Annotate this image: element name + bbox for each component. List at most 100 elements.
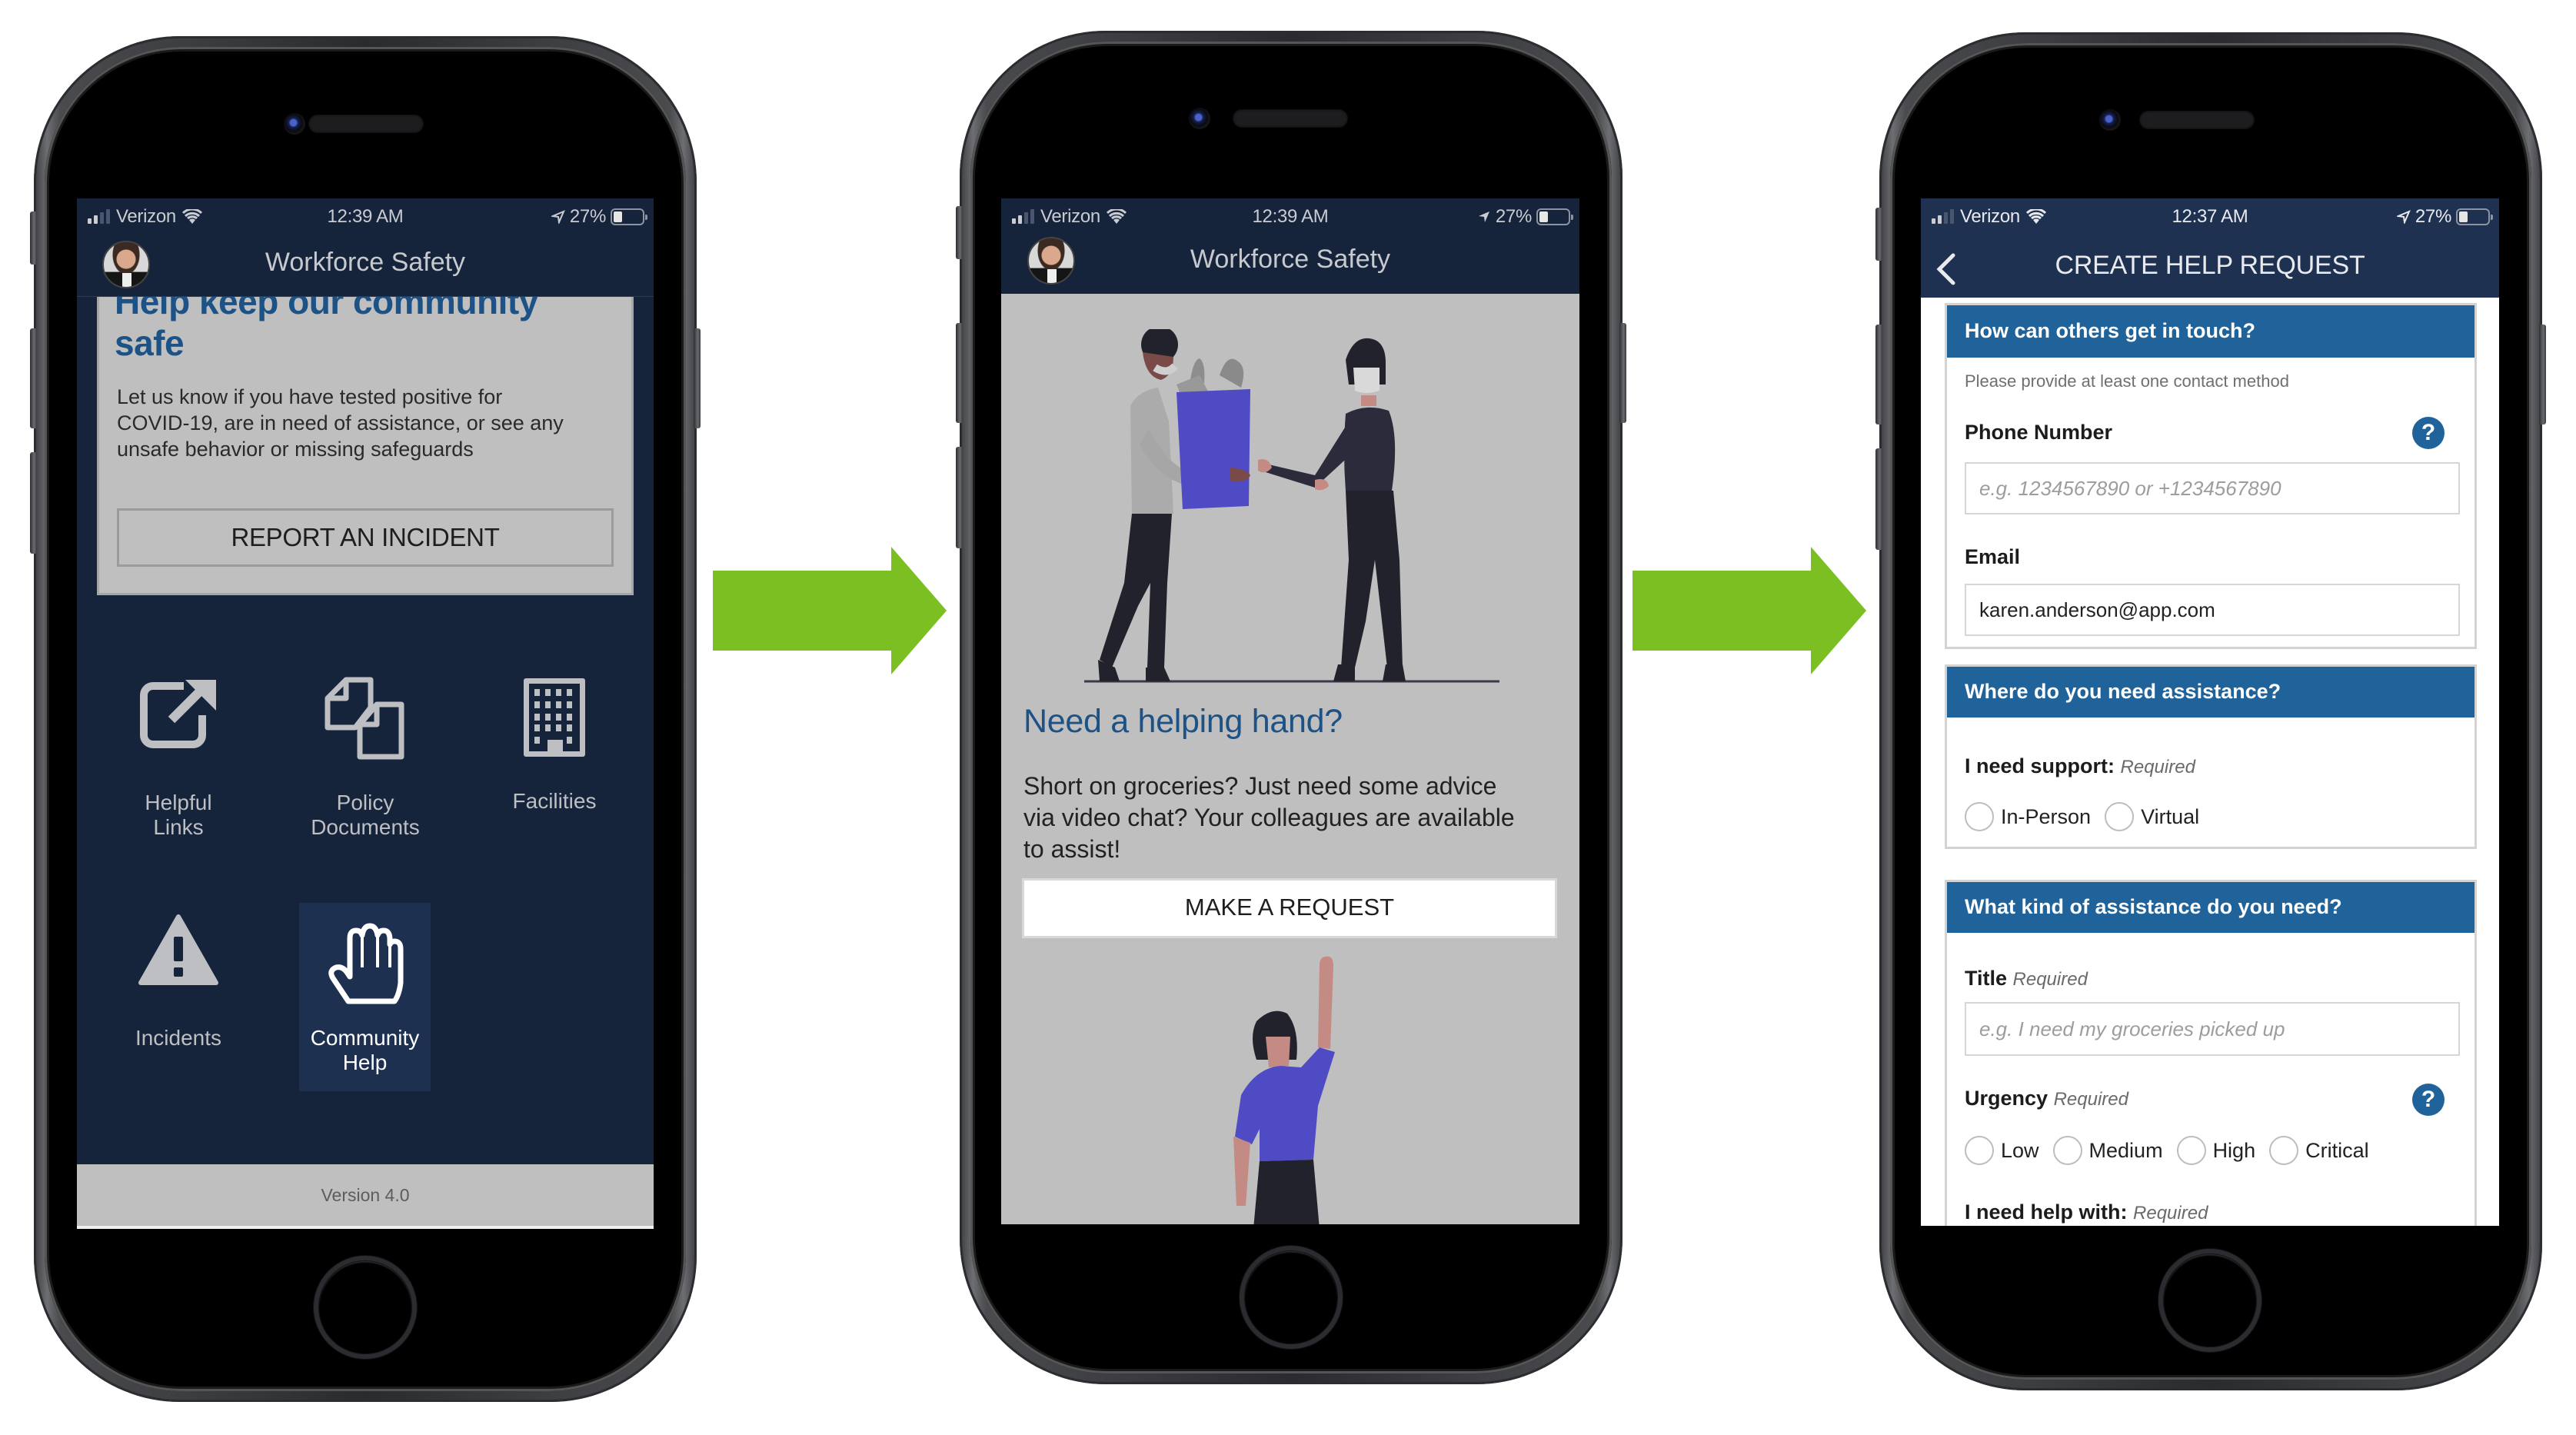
header-title: CREATE HELP REQUEST [2055,251,2365,280]
battery-icon [611,208,647,225]
app-header: Verizon 12:39 AM 27% Workforce Safety [1001,198,1579,294]
radio-high[interactable]: High [2176,1136,2255,1165]
flow-arrow-2 [1632,547,1866,674]
home-button[interactable] [314,1256,417,1359]
radio-circle[interactable] [1965,1136,1994,1165]
version-label: Version 4.0 [321,1185,410,1205]
woman-figure [1258,338,1406,681]
status-bar: Verizon 12:39 AM 27% [77,198,654,237]
version-footer: Version 4.0 [77,1164,654,1229]
section-header: How can others get in touch? [1947,305,2474,358]
tile-community-help[interactable]: Community Help [299,903,431,1091]
tile-policy-documents[interactable]: Policy Documents [308,669,423,839]
report-incident-button[interactable]: REPORT AN INCIDENT [117,508,614,567]
phone-number-input[interactable]: e.g. 1234567890 or +1234567890 [1965,462,2460,514]
raised-hand-woman-illustration [1233,956,1335,1224]
urgency-radio-group: Low Medium High Critical [1965,1136,2383,1165]
grocery-handoff-illustration [1084,329,1499,683]
help-icon[interactable]: ? [2412,417,2445,449]
volume-down-button [956,447,963,548]
make-request-button[interactable]: MAKE A REQUEST [1022,878,1557,938]
header-title: Workforce Safety [1190,245,1391,274]
support-type-radio-group: In-Person Virtual [1965,802,2213,831]
battery-percent: 27% [2415,206,2451,227]
radio-circle[interactable] [2176,1136,2206,1165]
tile-incidents[interactable]: Incidents [123,903,234,1050]
app-header: Verizon 12:37 AM 27% CREATE HELP REQUEST [1921,198,2499,298]
mute-switch [30,211,37,265]
title-label: Title Required [1965,967,2088,990]
arrow-shape [1632,547,1866,674]
help-with-label: I need help with: Required [1965,1200,2208,1224]
battery-percent: 27% [569,206,606,227]
card-body: Let us know if you have tested positive … [117,385,564,461]
battery-icon [1536,208,1573,225]
radio-circle[interactable] [2052,1136,2082,1165]
volume-up-button [30,328,37,428]
warning-icon [138,914,218,985]
tile-facilities[interactable]: Facilities [497,669,612,813]
contact-hint: Please provide at least one contact meth… [1965,371,2289,391]
location-icon [1478,211,1489,222]
hand-icon [328,923,403,1004]
screen-community-help: Verizon 12:39 AM 27% Workforce Safety Ne… [1001,198,1579,1224]
support-type-label: I need support: Required [1965,754,2195,777]
documents-icon [324,677,404,760]
radio-circle[interactable] [2269,1136,2299,1165]
report-incident-card: Help keep our community safe Let us know… [97,245,634,595]
helping-hand-heading: Need a helping hand? [1023,703,1343,740]
status-bar: Verizon 12:37 AM 27% [1921,198,2499,237]
radio-virtual[interactable]: Virtual [2105,802,2199,831]
screen-home: Help keep our community safe Let us know… [77,198,654,1229]
earpiece-speaker [2139,111,2255,129]
tile-helpful-links[interactable]: Helpful Links [123,669,234,839]
app-header: Verizon 12:39 AM 27% Workforce Safety [77,198,654,297]
email-label: Email [1965,545,2021,568]
earpiece-speaker [1233,109,1348,128]
radio-medium[interactable]: Medium [2052,1136,2163,1165]
power-button [1619,323,1626,423]
volume-up-button [1875,325,1882,425]
grocery-bag [1177,358,1250,509]
section-header: Where do you need assistance? [1947,667,2474,718]
power-button [694,328,701,428]
location-icon [2396,210,2411,224]
radio-circle[interactable] [2105,802,2135,831]
earpiece-speaker [308,115,424,133]
section-header: What kind of assistance do you need? [1947,882,2474,933]
volume-down-button [1875,448,1882,550]
radio-low[interactable]: Low [1965,1136,2039,1165]
help-icon[interactable]: ? [2412,1084,2445,1116]
battery-icon [2456,208,2493,225]
location-icon [551,210,565,224]
status-bar: Verizon 12:39 AM 27% [1001,198,1579,237]
radio-circle[interactable] [1965,802,1994,831]
arrow-shape [713,547,947,674]
location-section: Where do you need assistance? I need sup… [1945,664,2477,849]
assistance-type-section: What kind of assistance do you need? Tit… [1945,880,2477,1226]
home-button[interactable] [1240,1246,1343,1349]
battery-percent: 27% [1495,206,1532,227]
front-camera [1189,108,1210,129]
power-button [2539,325,2546,425]
screen-create-help-request: Verizon 12:37 AM 27% CREATE HELP REQUEST… [1921,198,2499,1226]
mute-switch [1875,208,1882,261]
home-button[interactable] [2158,1249,2261,1352]
external-link-icon [140,680,216,748]
phone-number-label: Phone Number [1965,421,2113,444]
front-camera [2099,109,2121,131]
volume-down-button [30,452,37,554]
volume-up-button [956,323,963,423]
contact-section: How can others get in touch? Please prov… [1945,303,2477,649]
front-camera [284,113,305,135]
radio-in-person[interactable]: In-Person [1965,802,2091,831]
building-icon [524,678,585,757]
title-input[interactable]: e.g. I need my groceries picked up [1965,1002,2460,1056]
helping-hand-description: Short on groceries? Just need some advic… [1023,772,1515,863]
urgency-label: Urgency Required [1965,1087,2128,1110]
email-input[interactable]: karen.anderson@app.com [1965,584,2460,636]
mute-switch [956,206,963,259]
flow-arrow-1 [713,547,947,674]
header-title: Workforce Safety [265,248,466,277]
radio-critical[interactable]: Critical [2269,1136,2369,1165]
